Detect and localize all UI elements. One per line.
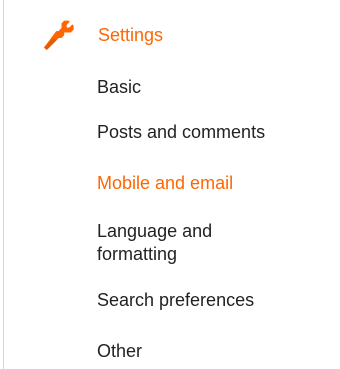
menu-item-language-and-formatting[interactable]: Language and formatting <box>97 220 267 266</box>
settings-label: Settings <box>98 25 164 45</box>
sidebar-left-border <box>3 0 4 369</box>
settings-section-header[interactable]: Settings <box>40 20 163 50</box>
menu-item-posts-and-comments[interactable]: Posts and comments <box>97 121 265 144</box>
menu-item-basic[interactable]: Basic <box>97 76 141 99</box>
menu-item-mobile-and-email[interactable]: Mobile and email <box>97 172 233 195</box>
menu-item-other[interactable]: Other <box>97 340 142 363</box>
wrench-icon <box>44 20 74 50</box>
menu-item-search-preferences[interactable]: Search preferences <box>97 289 254 312</box>
settings-sidebar: Settings Basic Posts and comments Mobile… <box>0 0 340 369</box>
